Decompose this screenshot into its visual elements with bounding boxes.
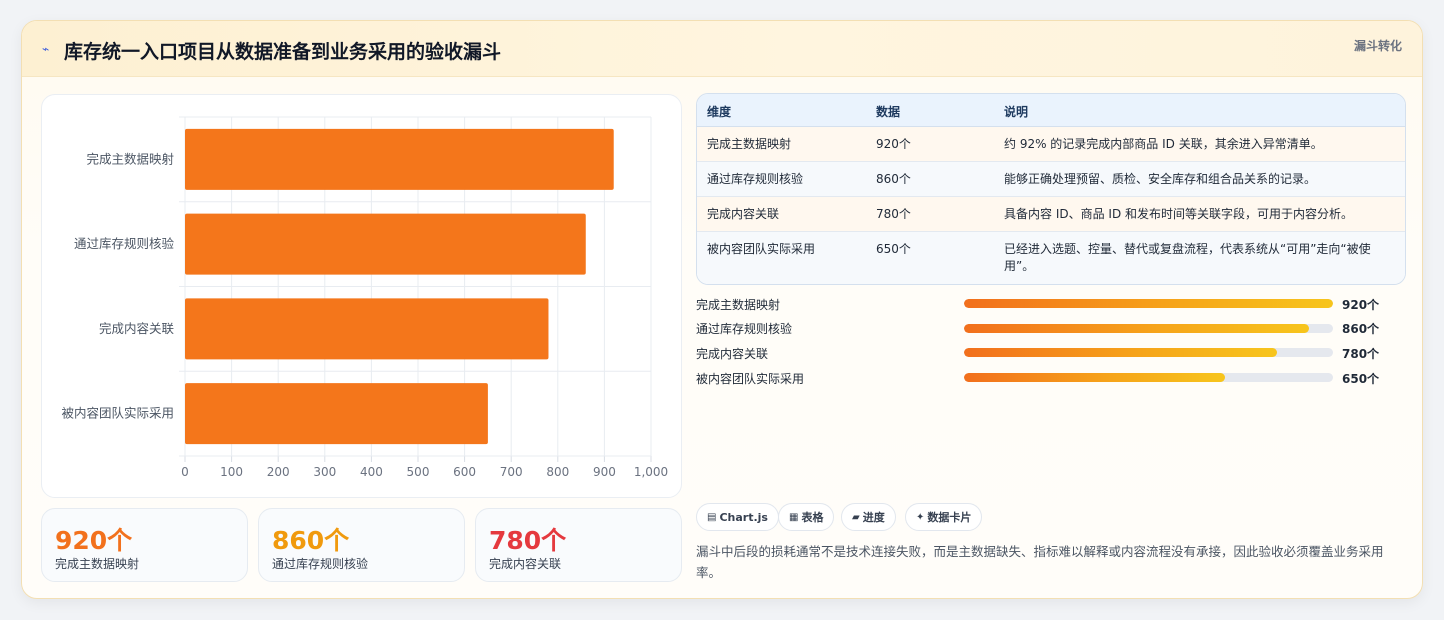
kpi-label: 完成主数据映射 (55, 557, 140, 571)
table-header: 维度 数据 说明 (697, 94, 1405, 127)
chip-progress[interactable]: ▰ 进度 (841, 503, 896, 531)
table-cell-value: 780个 (876, 207, 911, 221)
bar (185, 298, 549, 360)
progress-track-rules (964, 324, 1333, 333)
progress-value: 920个 (1342, 298, 1380, 312)
table-header-dim: 维度 (707, 105, 732, 119)
table-cell-value: 920个 (876, 137, 911, 151)
x-tick-label: 300 (313, 465, 336, 479)
chip-chartjs[interactable]: ▤ Chart.js (696, 503, 779, 531)
kpi-card-rules: 860个 通过库存规则核验 (258, 508, 465, 582)
funnel-card: ⌁ 库存统一入口项目从数据准备到业务采用的验收漏斗 漏斗转化 0 100 200 30… (21, 20, 1423, 599)
x-tick-label: 600 (453, 465, 476, 479)
table-cell-value: 650个 (876, 242, 911, 256)
chart-line-icon: ⌁ (42, 42, 50, 56)
progress-label: 被内容团队实际采用 (696, 372, 805, 386)
table-cell-desc: 能够正确处理预留、质检、安全库存和组合品关系的记录。 (1004, 172, 1317, 186)
x-tick-label: 500 (407, 465, 430, 479)
kpi-label: 完成内容关联 (489, 557, 562, 571)
x-tick-label: 100 (220, 465, 243, 479)
kpi-value: 780个 (489, 526, 567, 555)
progress-track-mapping (964, 299, 1333, 308)
x-tick-label: 0 (181, 465, 189, 479)
bar (185, 383, 488, 445)
progress-fill (964, 348, 1277, 357)
table-row: 被内容团队实际采用 650个 已经进入选题、控量、替代或复盘流程，代表系统从“可… (697, 232, 1405, 284)
table-row: 通过库存规则核验 860个 能够正确处理预留、质检、安全库存和组合品关系的记录。 (697, 162, 1405, 197)
table-row: 完成内容关联 780个 具备内容 ID、商品 ID 和发布时间等关联字段，可用于… (697, 197, 1405, 232)
data-table: 维度 数据 说明 完成主数据映射 920个 约 92% 的记录完成内部商品 ID… (696, 93, 1406, 285)
x-tick-label: 1,000 (634, 465, 668, 479)
progress-icon: ▰ (852, 511, 860, 523)
progress-track-adoption (964, 373, 1333, 382)
progress-label: 完成主数据映射 (696, 298, 781, 312)
table-cell-dim: 通过库存规则核验 (707, 172, 804, 186)
y-tick-label: 被内容团队实际采用 (61, 406, 174, 421)
chip-label: Chart.js (719, 510, 768, 524)
chip-label: 数据卡片 (927, 511, 972, 524)
sparkle-icon: ✦ (916, 511, 925, 523)
progress-fill (964, 373, 1225, 382)
table-cell-desc: 已经进入选题、控量、替代或复盘流程，代表系统从“可用”走向“被使用”。 (1004, 242, 1371, 273)
progress-track-content (964, 348, 1333, 357)
chip-table[interactable]: ▦ 表格 (778, 503, 835, 531)
footnote: 漏斗中后段的损耗通常不是技术连接失败，而是主数据缺失、指标难以解释或内容流程没有… (696, 544, 1384, 580)
progress-value: 650个 (1342, 372, 1380, 386)
page-title: 库存统一入口项目从数据准备到业务采用的验收漏斗 (64, 41, 502, 63)
progress-fill (964, 299, 1333, 308)
y-tick-label: 通过库存规则核验 (74, 236, 175, 251)
x-tick-label: 200 (267, 465, 290, 479)
table-cell-dim: 被内容团队实际采用 (707, 242, 816, 256)
table-cell-value: 860个 (876, 172, 911, 186)
x-tick-label: 900 (593, 465, 616, 479)
bar-chart-svg: 0 100 200 300 400 500 600 700 800 900 1,000 完成主数据映射… (61, 116, 668, 479)
progress-label: 通过库存规则核验 (696, 322, 793, 336)
table-cell-dim: 完成主数据映射 (707, 137, 792, 151)
x-tick-label: 400 (360, 465, 383, 479)
chart-icon: ▤ (707, 511, 717, 523)
header-tag: 漏斗转化 (1353, 39, 1402, 53)
chip-label: 表格 (801, 511, 824, 524)
table-row: 完成主数据映射 920个 约 92% 的记录完成内部商品 ID 关联，其余进入异… (697, 127, 1405, 162)
kpi-label: 通过库存规则核验 (272, 557, 369, 571)
table-header-desc: 说明 (1004, 105, 1029, 119)
table-cell-desc: 具备内容 ID、商品 ID 和发布时间等关联字段，可用于内容分析。 (1004, 207, 1354, 221)
kpi-card-content: 780个 完成内容关联 (475, 508, 682, 582)
progress-value: 860个 (1342, 322, 1380, 336)
bar-chart: 0 100 200 300 400 500 600 700 800 900 1,000 完成主数据映射… (41, 94, 682, 498)
card-header: ⌁ 库存统一入口项目从数据准备到业务采用的验收漏斗 漏斗转化 (22, 21, 1422, 77)
y-tick-label: 完成内容关联 (99, 321, 175, 336)
table-icon: ▦ (789, 511, 799, 523)
x-tick-label: 700 (500, 465, 523, 479)
kpi-value: 920个 (55, 526, 133, 555)
chip-label: 进度 (862, 511, 885, 524)
bar (185, 213, 586, 275)
bar (185, 128, 614, 190)
chip-data-cards[interactable]: ✦ 数据卡片 (905, 503, 983, 531)
table-header-value: 数据 (876, 105, 901, 119)
y-tick-label: 完成主数据映射 (86, 151, 174, 166)
kpi-card-mapping: 920个 完成主数据映射 (41, 508, 248, 582)
progress-label: 完成内容关联 (696, 347, 769, 361)
x-tick-label: 800 (546, 465, 569, 479)
kpi-value: 860个 (272, 526, 350, 555)
table-cell-dim: 完成内容关联 (707, 207, 780, 221)
table-cell-desc: 约 92% 的记录完成内部商品 ID 关联，其余进入异常清单。 (1004, 137, 1323, 151)
progress-fill (964, 324, 1309, 333)
progress-value: 780个 (1342, 347, 1380, 361)
